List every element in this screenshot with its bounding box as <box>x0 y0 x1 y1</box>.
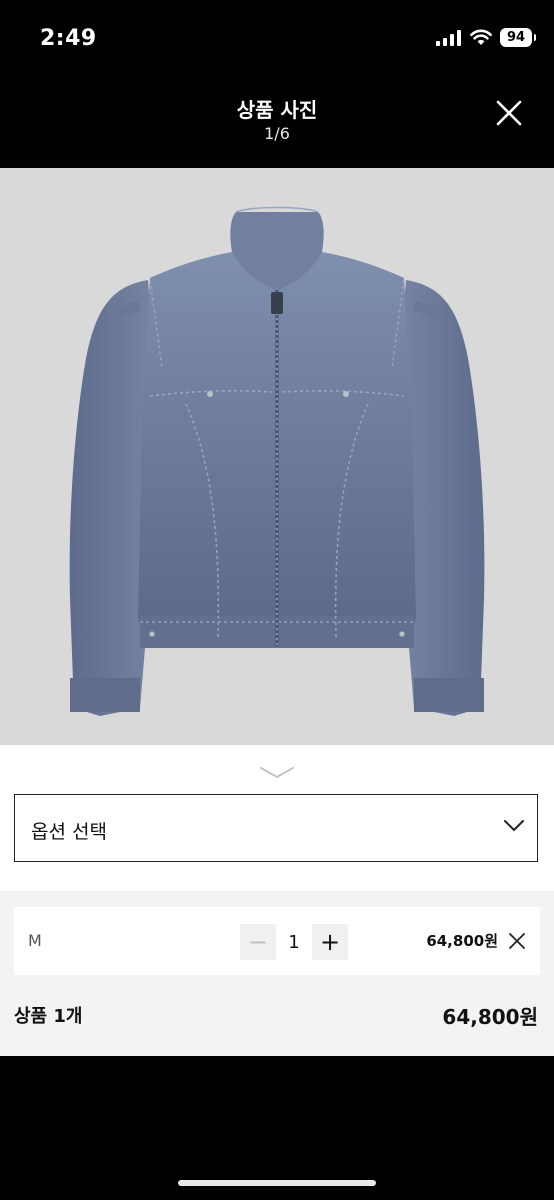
quantity-value: 1 <box>276 924 312 960</box>
status-icons: 94 <box>436 28 536 47</box>
photo-counter: 1/6 <box>264 124 290 143</box>
option-select-dropdown[interactable]: 옵션 선택 <box>14 794 538 862</box>
page-title: 상품 사진 <box>236 98 318 122</box>
wifi-icon <box>470 29 492 45</box>
chevron-down-icon <box>260 767 294 779</box>
option-size: M <box>28 931 42 950</box>
battery-indicator: 94 <box>500 28 536 47</box>
close-icon <box>496 100 522 126</box>
summary-count-label: 상품 1개 <box>14 1006 83 1027</box>
remove-option-button[interactable] <box>508 932 526 950</box>
status-time: 2:49 <box>40 26 97 51</box>
quantity-stepper: − 1 + <box>240 924 348 960</box>
sheet-collapse-handle[interactable] <box>259 765 295 779</box>
selected-option-row: M − 1 + 64,800원 <box>14 907 540 975</box>
decrease-quantity-button[interactable]: − <box>240 924 276 960</box>
chevron-down-icon <box>504 820 524 832</box>
denim-jacket-image <box>69 206 485 716</box>
close-button[interactable] <box>494 98 524 128</box>
status-bar: 2:49 94 <box>0 0 554 80</box>
summary-total-price: 64,800원 <box>442 1005 538 1029</box>
increase-quantity-button[interactable]: + <box>312 924 348 960</box>
selected-items-area: M − 1 + 64,800원 상품 1개 64,800원 <box>0 891 554 1056</box>
photo-viewer-header: 상품 사진 1/6 <box>0 80 554 168</box>
option-select-label: 옵션 선택 <box>31 821 107 843</box>
signal-icon <box>436 29 461 46</box>
option-price: 64,800원 <box>426 932 498 950</box>
product-photo[interactable] <box>0 168 554 745</box>
home-indicator[interactable] <box>178 1180 376 1186</box>
close-icon <box>509 933 525 949</box>
purchase-sheet: 옵션 선택 M − 1 + 64,800원 상품 1개 64,800원 <box>0 745 554 1056</box>
